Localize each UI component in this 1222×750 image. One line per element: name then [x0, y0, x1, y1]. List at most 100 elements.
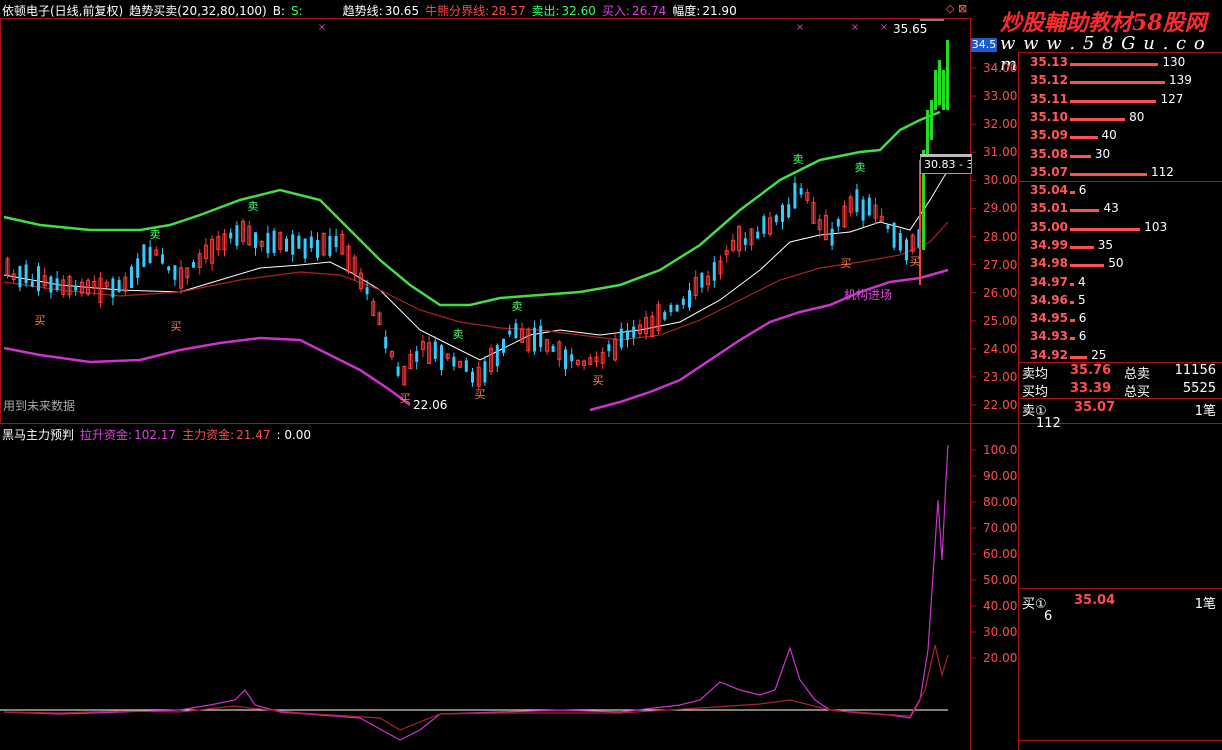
ma-white-line — [3, 169, 949, 361]
price-axis-label: 28.00 — [983, 229, 1018, 244]
candle-body — [309, 236, 313, 249]
candle-body — [483, 361, 487, 383]
candle-body — [836, 219, 840, 227]
candle-body — [669, 304, 673, 313]
candle-body — [167, 266, 171, 271]
candle-body — [334, 236, 338, 248]
candle-body — [774, 215, 778, 223]
candle-body — [272, 230, 276, 253]
buy-signal-marker: 买 — [841, 257, 852, 270]
total-sell-value: 11156 — [1174, 363, 1216, 378]
amp-value: 21.90 — [702, 4, 737, 18]
chart-header: 依顿电子(日线,前复权) 趋势买卖(20,32,80,100) B: S: 趋势线: 30… — [2, 2, 743, 19]
sell1-vol: 112 — [1036, 416, 1061, 431]
window-controls[interactable]: ◇ ⊠ — [946, 2, 967, 15]
ask-price: 35.09 — [1030, 128, 1068, 143]
ask-volume: 80 — [1129, 109, 1145, 124]
stock-title[interactable]: 依顿电子(日线,前复权) — [2, 4, 123, 18]
bid-price: 34.95 — [1030, 311, 1068, 326]
surge-bar — [946, 40, 949, 110]
ask-volume: 139 — [1169, 73, 1192, 88]
candle-body — [793, 183, 797, 209]
sell-signal-marker: 卖 — [248, 200, 259, 213]
price-axis-label: 33.00 — [983, 89, 1018, 104]
candle-body — [464, 360, 468, 372]
candle-body — [886, 224, 890, 230]
candle-body — [762, 216, 766, 234]
high-price-label: 35.65 — [893, 22, 928, 36]
lower-axis-label: 30.00 — [983, 625, 1018, 639]
candle-body — [266, 232, 270, 254]
total-sell-label: 总卖 — [1124, 367, 1151, 382]
bid-volume-bar — [1070, 300, 1074, 304]
lower-panel-title[interactable]: 黑马主力预判 — [2, 428, 74, 442]
total-buy-value: 5525 — [1182, 381, 1216, 396]
avg-summary: 卖均 35.76 总卖 11156 买均 33.39 总买 5525 — [1022, 363, 1220, 400]
bid-volume-bar — [1070, 337, 1075, 341]
candle-body — [688, 290, 691, 308]
ask-price: 35.07 — [1030, 164, 1068, 179]
bid-volume: 5 — [1078, 292, 1086, 307]
price-axis-label: 27.00 — [983, 257, 1018, 272]
bid-price: 35.00 — [1030, 219, 1068, 234]
candle-body — [440, 345, 443, 371]
ask-volume-bar — [1070, 172, 1147, 176]
indicator-title[interactable]: 趋势买卖(20,32,80,100) — [129, 4, 267, 18]
candle-body — [433, 341, 437, 359]
buy1-unit: 1笔 — [1194, 597, 1216, 612]
ask-volume: 130 — [1162, 55, 1186, 69]
candle-body — [30, 281, 34, 287]
price-axis-label: 30.00 — [983, 173, 1018, 188]
bid-volume: 6 — [1078, 329, 1087, 344]
surge-bar — [934, 70, 937, 110]
candle-body — [781, 205, 784, 223]
buy-signal-marker: 买 — [400, 392, 411, 405]
sell1-price: 35.07 — [1074, 400, 1116, 415]
candle-body — [551, 345, 555, 352]
lift-fund-line — [3, 444, 949, 741]
bid-price: 35.01 — [1030, 201, 1068, 216]
ask-price: 35.12 — [1030, 73, 1068, 88]
bid-price: 34.97 — [1030, 274, 1068, 289]
ask-volume-bar — [1070, 154, 1091, 158]
ask-volume-bar — [1070, 117, 1126, 121]
surge-bar — [930, 100, 933, 140]
ask-price: 35.08 — [1030, 146, 1068, 161]
price-axis-label: 29.00 — [983, 201, 1018, 216]
bid-price: 34.98 — [1030, 256, 1068, 271]
buy-signal-marker: 买 — [593, 374, 604, 387]
lower-axis-label: 20.00 — [983, 651, 1018, 665]
candle-body — [564, 349, 567, 370]
bid-volume: 4 — [1078, 274, 1086, 289]
lower-axis-label: 60.00 — [983, 547, 1018, 561]
buy-avg-value: 33.39 — [1070, 381, 1112, 396]
bid-volume: 50 — [1108, 256, 1124, 271]
bid-volume-bar — [1070, 282, 1074, 286]
institution-entry-label: 机构进场 — [844, 288, 893, 302]
price-axis-label: 23.00 — [983, 369, 1018, 384]
lower-axis-label: 50.00 — [983, 573, 1018, 587]
lift-label: 拉升资金: — [80, 428, 133, 442]
ask-price: 35.13 — [1030, 55, 1068, 69]
bid-price: 34.92 — [1030, 347, 1068, 362]
trend-value: 30.65 — [384, 4, 420, 18]
total-buy-label: 总买 — [1124, 385, 1151, 400]
candle-body — [415, 351, 419, 362]
bid-volume-bar — [1070, 264, 1105, 268]
main-value: 21.47 — [236, 428, 271, 442]
b-label: B: — [272, 4, 285, 18]
price-axis-label: 24.00 — [983, 341, 1018, 356]
candle-body — [161, 254, 164, 264]
tooltip-label: 30.83 - 3 — [920, 154, 972, 174]
lower-band-line-left — [3, 336, 411, 406]
bid-price: 35.04 — [1030, 183, 1068, 197]
cross-marker: × — [880, 22, 888, 33]
candle-body — [37, 266, 40, 292]
candle-body — [632, 326, 636, 338]
candle-body — [681, 298, 685, 305]
candle-body — [297, 235, 301, 249]
buy-signal-marker: 买 — [910, 255, 921, 268]
bullbear-value: 28.57 — [491, 4, 526, 18]
band-lines — [3, 110, 949, 412]
price-axis-label: 25.00 — [983, 313, 1018, 328]
